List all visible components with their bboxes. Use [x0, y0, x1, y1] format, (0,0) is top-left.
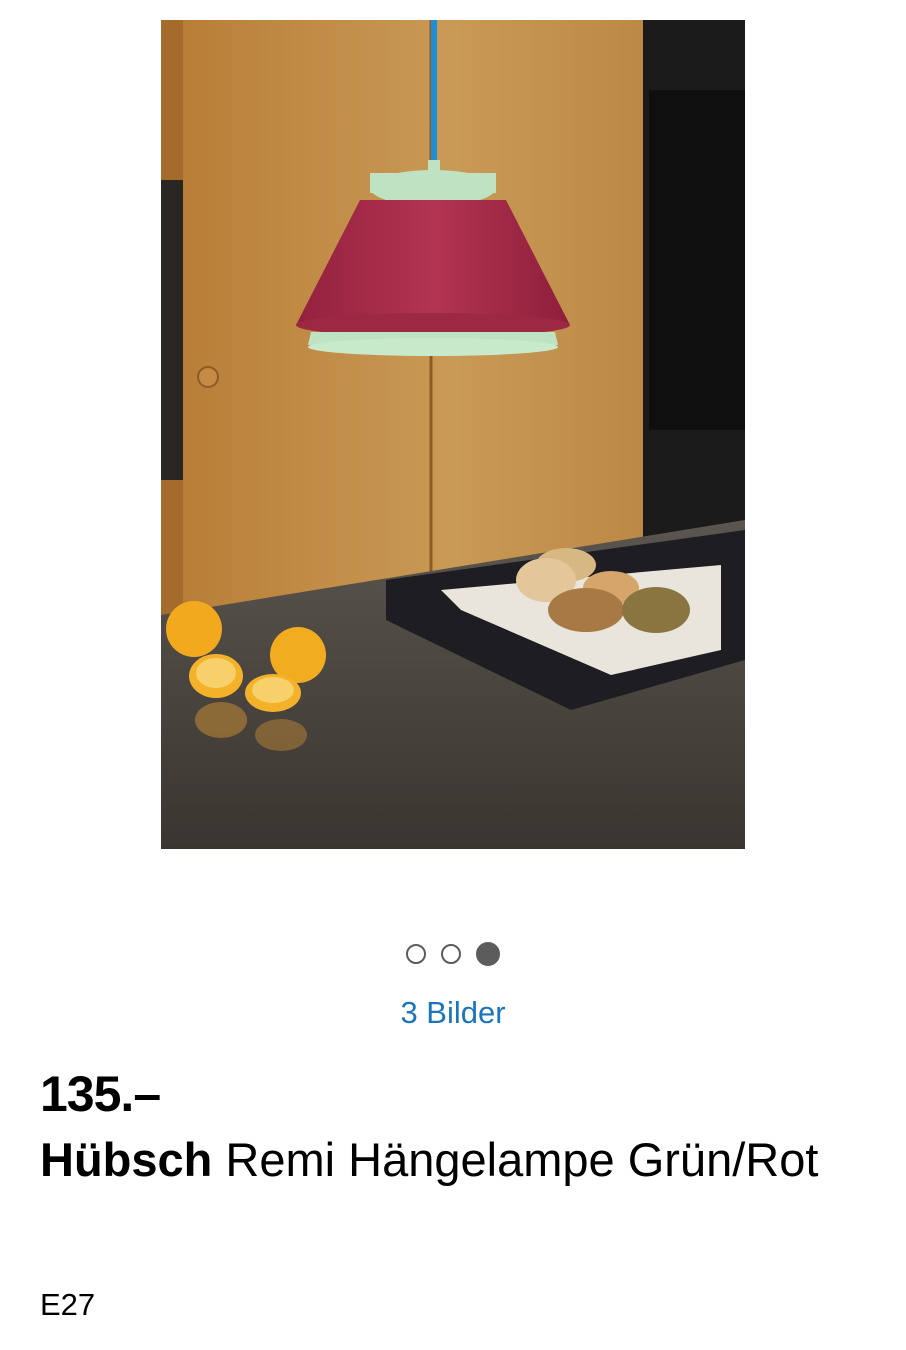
product-title: Hübsch Remi Hängelampe Grün/Rot: [40, 1128, 870, 1192]
carousel-pagination: [0, 942, 906, 968]
product-price: 135.–: [40, 1066, 161, 1122]
carousel-dot[interactable]: [406, 944, 426, 964]
product-brand: Hübsch: [40, 1133, 213, 1186]
product-photo[interactable]: [161, 20, 745, 849]
carousel-dot[interactable]: [441, 944, 461, 964]
image-count-link[interactable]: 3 Bilder: [0, 994, 906, 1032]
product-name: Remi Hängelampe Grün/Rot: [225, 1133, 819, 1186]
product-variant: E27: [40, 1287, 96, 1322]
carousel-dot[interactable]: [476, 942, 500, 966]
